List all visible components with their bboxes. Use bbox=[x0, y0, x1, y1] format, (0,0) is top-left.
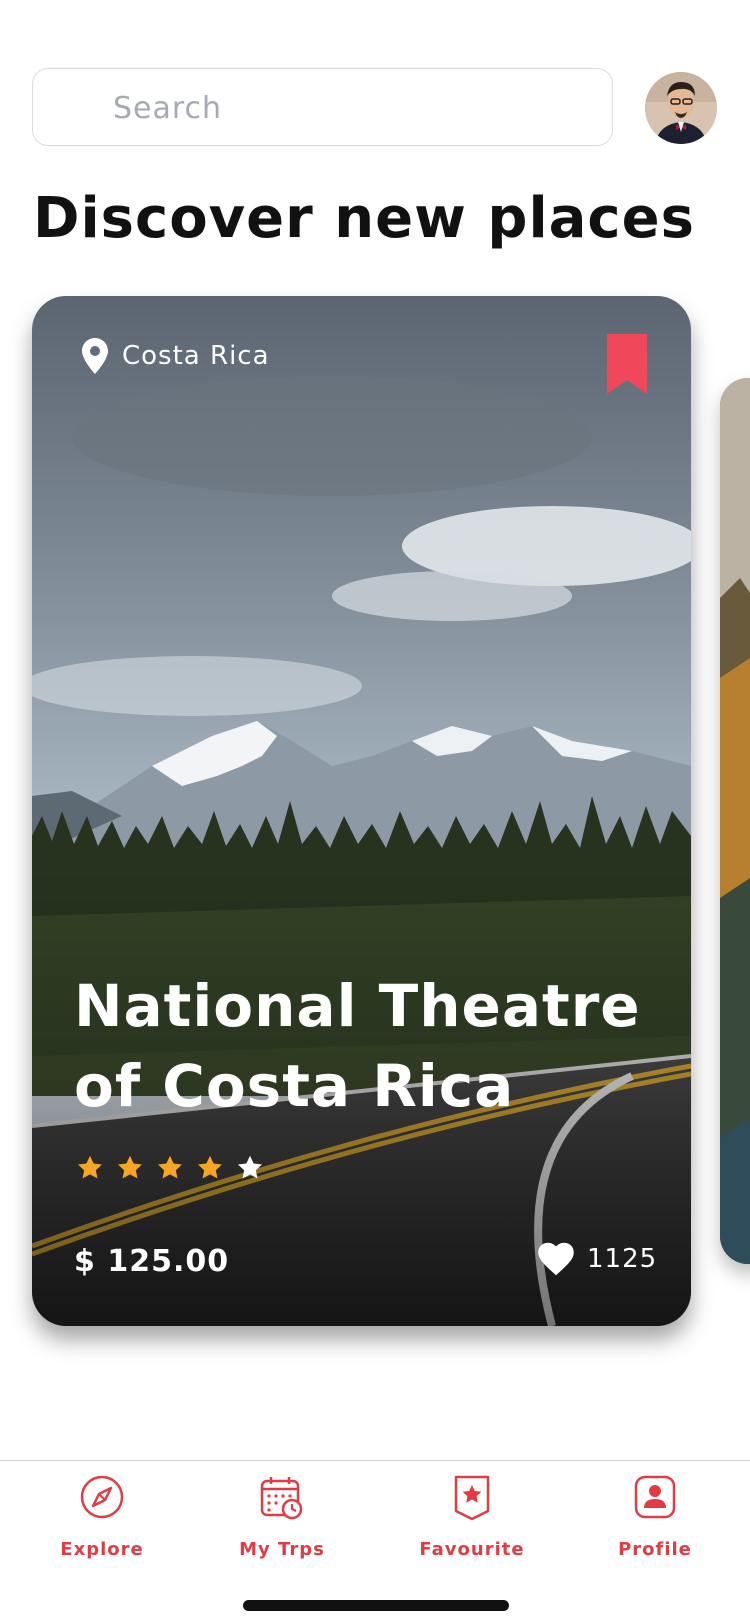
page-title: Discover new places bbox=[33, 186, 695, 251]
bookmark-icon[interactable] bbox=[607, 334, 647, 398]
search-placeholder: Search bbox=[113, 91, 223, 126]
rating-stars bbox=[76, 1154, 264, 1182]
nav-label-my-trips: My Trps bbox=[239, 1539, 325, 1560]
heart-icon bbox=[538, 1242, 574, 1276]
location-row: Costa Rica bbox=[82, 338, 270, 374]
user-icon bbox=[634, 1475, 676, 1519]
calendar-clock-icon bbox=[260, 1477, 303, 1520]
nav-item-favourite[interactable]: Favourite bbox=[397, 1461, 547, 1571]
location-label: Costa Rica bbox=[122, 341, 270, 371]
likes-button[interactable]: 1125 bbox=[537, 1242, 657, 1276]
next-place-card[interactable] bbox=[720, 378, 750, 1264]
profile-photo bbox=[645, 72, 717, 144]
star-empty-icon bbox=[237, 1155, 263, 1179]
nav-label-favourite: Favourite bbox=[419, 1539, 525, 1560]
nav-item-explore[interactable]: Explore bbox=[27, 1461, 177, 1571]
nav-item-profile[interactable]: Profile bbox=[580, 1461, 730, 1571]
star-filled-icon bbox=[117, 1155, 143, 1179]
star-filled-icon bbox=[197, 1155, 223, 1179]
home-indicator bbox=[243, 1600, 509, 1611]
nav-label-explore: Explore bbox=[60, 1539, 144, 1560]
likes-count: 1125 bbox=[587, 1244, 658, 1274]
avatar[interactable] bbox=[645, 72, 717, 144]
star-filled-icon bbox=[157, 1155, 183, 1179]
search-input[interactable]: Search bbox=[32, 68, 613, 146]
star-shield-icon bbox=[454, 1475, 490, 1521]
nav-label-profile: Profile bbox=[618, 1539, 692, 1560]
next-place-photo bbox=[720, 378, 750, 1264]
location-pin-icon bbox=[82, 338, 108, 374]
price-label: $ 125.00 bbox=[74, 1244, 230, 1279]
place-title: National Theatre of Costa Rica bbox=[74, 972, 641, 1120]
compass-icon bbox=[80, 1475, 124, 1519]
nav-item-my-trips[interactable]: My Trps bbox=[207, 1461, 357, 1571]
place-card[interactable]: Costa Rica National Theatre of Costa Ric… bbox=[32, 296, 691, 1326]
star-filled-icon bbox=[77, 1155, 103, 1179]
